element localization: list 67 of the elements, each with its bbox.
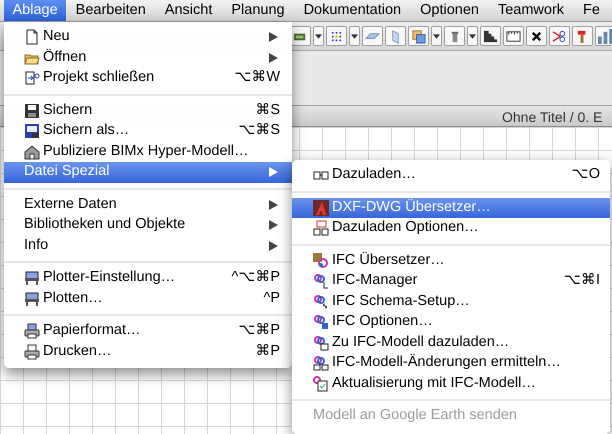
dropdown-arrow-icon <box>469 34 476 38</box>
menu-item[interactable]: Sichern ⌘S <box>4 100 292 121</box>
menu-item[interactable]: Datei Spezial <box>4 162 292 182</box>
menu-bar-item[interactable]: Bearbeiten <box>66 0 156 21</box>
menu-item[interactable]: Info <box>4 236 292 256</box>
menu-bar-item[interactable]: Planung <box>222 0 294 21</box>
toolbar-button[interactable] <box>290 26 311 46</box>
menu-bar-item[interactable]: Ansicht <box>155 0 222 21</box>
menu-item[interactable]: Externe Daten <box>4 194 292 215</box>
dropdown-arrow-icon <box>433 34 440 38</box>
menu-item[interactable]: DXF-DWG Übersetzer… <box>292 198 610 218</box>
document-close-icon <box>24 70 40 86</box>
menu-item[interactable]: IFC-Modell-Änderungen ermitteln… <box>292 353 610 374</box>
toolbar-button[interactable] <box>549 26 570 46</box>
dropdown-button[interactable] <box>349 26 360 46</box>
submenu-arrow-icon <box>269 52 278 63</box>
menu-bar-item[interactable]: Optionen <box>410 0 488 21</box>
menu-item[interactable]: IFC Übersetzer… <box>292 250 610 271</box>
submenu-arrow-icon <box>269 32 278 42</box>
menu-item[interactable]: Plotten… ^P <box>4 288 292 309</box>
printer-icon <box>24 344 40 360</box>
submenu-arrow-icon <box>269 200 278 210</box>
window-title: Ohne Titel / 0. E <box>502 108 602 127</box>
dropdown-arrow-icon <box>351 34 358 38</box>
plotter-icon <box>24 270 40 286</box>
menu-item[interactable]: Bibliotheken und Objekte <box>4 215 292 236</box>
menu-item[interactable]: IFC Optionen… <box>292 312 610 332</box>
submenu-arrow-icon <box>269 240 278 251</box>
boxes-icon <box>313 220 329 236</box>
dropdown-button[interactable] <box>431 26 442 46</box>
menu-item[interactable]: Öffnen <box>4 48 292 68</box>
menu-item[interactable]: Sichern als… ⌥⌘S <box>4 121 292 142</box>
menu-item[interactable]: Zu IFC-Modell dazuladen… <box>292 332 610 353</box>
letter-a-icon <box>313 200 329 216</box>
menu-bar-item[interactable]: Dokumentation <box>294 0 411 21</box>
dropdown-arrow-icon <box>315 34 322 38</box>
document-icon <box>24 29 40 46</box>
toolbar-button[interactable] <box>503 26 524 46</box>
toolbar-button[interactable] <box>526 26 547 46</box>
menu-item[interactable]: Papierformat… ⌥⌘P <box>4 321 292 342</box>
menu-bar-item[interactable]: Ablage <box>4 0 66 21</box>
menu-bar-item[interactable]: Fe <box>574 0 610 21</box>
toolbar-button[interactable] <box>408 26 429 46</box>
dropdown-button[interactable] <box>467 26 478 46</box>
menu-item[interactable]: Projekt schließen ⌥⌘W <box>4 68 292 88</box>
menu-item[interactable]: Dazuladen Optionen… <box>292 218 610 238</box>
menu-item[interactable]: IFC Schema-Setup… <box>292 292 610 312</box>
toolbar-button[interactable] <box>326 26 347 46</box>
layers-icon <box>411 28 426 44</box>
menu-item[interactable]: Drucken… ⌘P <box>4 342 292 362</box>
printer-icon <box>24 323 40 340</box>
submenu-arrow-icon <box>269 220 278 230</box>
bar-chart-icon <box>598 28 612 44</box>
dropdown-button[interactable] <box>313 26 324 46</box>
menu-item[interactable]: Aktualisierung mit IFC-Modell… <box>292 374 610 394</box>
stair-icon <box>483 28 498 44</box>
submenu-arrow-icon <box>269 167 278 178</box>
scissors-icon <box>552 28 567 44</box>
house-icon <box>24 144 40 160</box>
menu-bar-item[interactable]: Teamwork <box>488 0 574 21</box>
menu-item[interactable]: Dazuladen… ⌥O <box>292 165 610 186</box>
ruler-icon <box>506 28 521 44</box>
plotter-icon <box>24 290 40 307</box>
menu-item[interactable]: Plotter-Einstellung… ^⌥⌘P <box>4 268 292 288</box>
toolbar-button[interactable] <box>480 26 501 46</box>
menu-item[interactable]: IFC-Manager ⌥⌘I <box>292 271 610 292</box>
menu-item[interactable]: Publiziere BIMx Hyper-Modell… <box>4 142 292 162</box>
